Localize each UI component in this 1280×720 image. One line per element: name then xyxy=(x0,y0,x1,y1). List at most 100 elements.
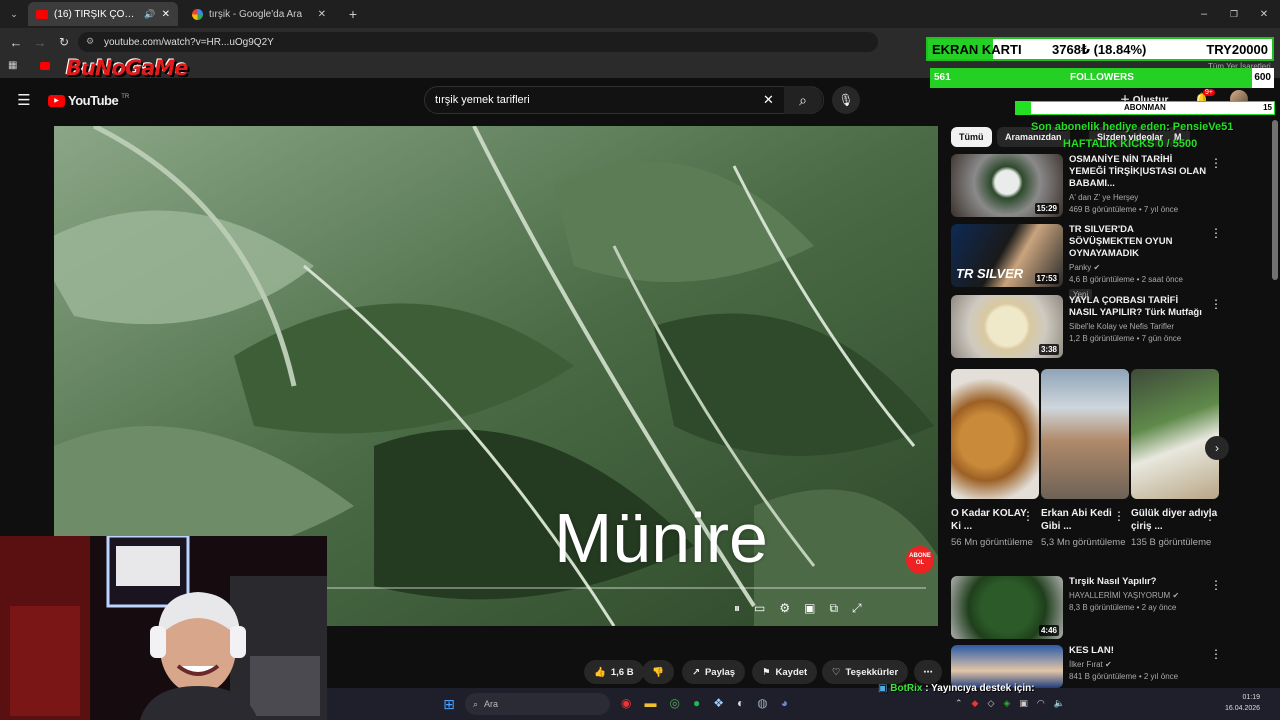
thanks-label: Teşekkürler xyxy=(845,666,899,678)
related-video[interactable]: TR SILVER 17:53 TR SILVER'DA SÖVÜŞMEKTEN… xyxy=(951,224,1271,302)
tray-app-icon[interactable]: ◆ xyxy=(972,698,979,709)
short-thumbnail[interactable] xyxy=(1131,369,1219,499)
more-actions-button[interactable]: ⋯ xyxy=(914,660,942,684)
youtube-logo[interactable]: ▶ YouTube TR xyxy=(48,93,129,108)
search-icon[interactable]: ⌕ xyxy=(784,86,822,114)
channel-name[interactable]: HAYALLERİMİ YAŞIYORUM ✔ xyxy=(1069,591,1209,600)
kebab-menu-icon[interactable]: ⋮ xyxy=(1022,509,1034,523)
search-input[interactable]: tırşik yemek tarifleri ✕ xyxy=(424,86,824,114)
shorts-next-icon[interactable]: › xyxy=(1205,436,1229,460)
video-thumbnail[interactable]: TR SILVER 17:53 xyxy=(951,224,1063,287)
like-count: 1,6 B xyxy=(610,666,634,678)
url-field[interactable]: ⚙ youtube.com/watch?v=HR...uOg9Q2Y xyxy=(78,32,878,52)
channel-name[interactable]: Panky ✔ xyxy=(1069,263,1209,272)
tray-app-icon[interactable]: ▣ xyxy=(1019,698,1028,709)
clock[interactable]: 01:19 16.04.2026 xyxy=(1225,692,1260,714)
tab-close-icon[interactable]: ✕ xyxy=(318,9,326,20)
channel-name[interactable]: A' dan Z' ye Herşey xyxy=(1069,193,1209,202)
steam-icon[interactable]: ◍ xyxy=(757,696,767,710)
wifi-icon[interactable]: ◠ xyxy=(1037,698,1045,709)
voice-search-icon[interactable]: 🎙 xyxy=(832,86,860,114)
bot-badge-icon: ▣ xyxy=(878,683,888,694)
tab-close-icon[interactable]: ✕ xyxy=(162,9,170,20)
clear-search-icon[interactable]: ✕ xyxy=(763,92,774,108)
share-button[interactable]: ↗ Paylaş xyxy=(682,660,746,684)
tab-list-icon[interactable]: ⌄ xyxy=(6,6,22,22)
windows-start-icon[interactable]: ⊞ xyxy=(441,696,457,712)
thumbnail-text: TR SILVER xyxy=(956,266,1024,281)
dislike-button[interactable]: 👎 xyxy=(642,660,674,684)
kebab-menu-icon[interactable]: ⋮ xyxy=(1210,578,1222,592)
related-video[interactable]: 3:38 YAYLA ÇORBASI TARİFİ NASIL YAPILIR?… xyxy=(951,295,1271,358)
kebab-menu-icon[interactable]: ⋮ xyxy=(1210,226,1222,240)
related-video[interactable]: KES LAN! İlker Fırat ✔ 841 B görüntüleme… xyxy=(951,645,1271,688)
video-title[interactable]: YAYLA ÇORBASI TARİFİ NASIL YAPILIR? Türk… xyxy=(1069,295,1209,319)
back-icon[interactable]: ← xyxy=(8,34,24,50)
minimize-icon[interactable]: – xyxy=(1196,6,1212,22)
obs-icon[interactable]: ◐ xyxy=(737,696,744,710)
video-thumbnail[interactable]: 4:46 xyxy=(951,576,1063,639)
settings-icon[interactable]: ⚙ xyxy=(779,601,790,615)
menu-icon[interactable]: ☰ xyxy=(16,92,32,109)
related-video[interactable]: 4:46 Tırşik Nasıl Yapılır? HAYALLERİMİ Y… xyxy=(951,576,1271,639)
save-button[interactable]: ⚑ Kaydet xyxy=(752,660,818,684)
tray-app-icon[interactable]: ◈ xyxy=(1003,698,1010,709)
like-button[interactable]: 👍 1,6 B xyxy=(584,660,644,684)
theater-mode-icon[interactable]: ▣ xyxy=(804,601,815,615)
maximize-icon[interactable]: ❐ xyxy=(1226,6,1242,22)
app-icon[interactable]: ❖ xyxy=(713,696,724,710)
donation-goal-target: TRY20000 xyxy=(1206,42,1268,57)
taskbar-search[interactable]: ⌕ Ara xyxy=(465,693,610,715)
video-title[interactable]: OSMANİYE NİN TARİHİ YEMEĞİ TİRŞİK|USTASI… xyxy=(1069,154,1209,190)
video-title[interactable]: TR SILVER'DA SÖVÜŞMEKTEN OYUN OYNAYAMADI… xyxy=(1069,224,1209,260)
spotify-icon[interactable]: ● xyxy=(693,696,700,710)
taskbar-search-placeholder: Ara xyxy=(484,699,499,709)
windows-taskbar: ⊞ ⌕ Ara ◉ ▬ ◎ ● ❖ ◐ ◍ ◕ ⌃ ◆ ◇ ◈ ▣ ◠ 🔈 01… xyxy=(327,688,1280,720)
site-info-icon[interactable]: ⚙ xyxy=(86,36,94,47)
apps-grid-icon[interactable]: ▦ xyxy=(8,60,17,71)
media-player-icon[interactable]: ◉ xyxy=(621,696,631,710)
youtube-favicon-icon xyxy=(36,9,48,19)
tray-app-icon[interactable]: ◇ xyxy=(987,698,994,709)
video-thumbnail[interactable] xyxy=(951,645,1063,688)
subtitles-icon[interactable]: ▭ xyxy=(754,601,765,615)
new-tab-icon[interactable]: + xyxy=(345,6,361,22)
save-label: Kaydet xyxy=(775,666,808,678)
related-video[interactable]: 15:29 OSMANİYE NİN TARİHİ YEMEĞİ TİRŞİK|… xyxy=(951,154,1271,217)
browser-tab-google[interactable]: tırşik - Google'da Ara ✕ xyxy=(184,2,334,26)
video-title[interactable]: Tırşik Nasıl Yapılır? xyxy=(1069,576,1209,588)
chrome-icon[interactable]: ◎ xyxy=(669,696,679,710)
short-thumbnail[interactable] xyxy=(951,369,1039,499)
page-scrollbar[interactable] xyxy=(1272,120,1278,280)
file-explorer-icon[interactable]: ▬ xyxy=(644,696,656,710)
duration-badge: 15:29 xyxy=(1034,203,1059,214)
video-title[interactable]: KES LAN! xyxy=(1069,645,1209,657)
browser-tab-youtube[interactable]: (16) TİRŞİK ÇORBASI TARİFİ 🔊 ✕ xyxy=(28,2,178,26)
volume-icon[interactable]: 🔈 xyxy=(1054,698,1065,709)
discord-icon[interactable]: ◕ xyxy=(781,696,788,710)
subscribe-watermark[interactable]: ABONE OL xyxy=(906,546,934,574)
chip-all[interactable]: Tümü xyxy=(951,127,992,147)
short-thumbnail[interactable] xyxy=(1041,369,1129,499)
kebab-menu-icon[interactable]: ⋮ xyxy=(1204,509,1216,523)
video-meta: 469 B görüntüleme • 7 yıl önce xyxy=(1069,205,1179,214)
kebab-menu-icon[interactable]: ⋮ xyxy=(1210,156,1222,170)
cast-icon[interactable]: ⧉ xyxy=(829,601,838,616)
reload-icon[interactable]: ↻ xyxy=(56,34,72,50)
close-window-icon[interactable]: ✕ xyxy=(1256,6,1272,22)
video-thumbnail[interactable]: 15:29 xyxy=(951,154,1063,217)
weekly-kicks-text: HAFTALIK KICKS 0 / 5500 xyxy=(1063,138,1198,150)
kebab-menu-icon[interactable]: ⋮ xyxy=(1113,509,1125,523)
tray-chevron-icon[interactable]: ⌃ xyxy=(955,698,963,709)
fullscreen-icon[interactable]: ⤢ xyxy=(852,601,862,616)
youtube-bookmark-icon[interactable] xyxy=(40,62,50,70)
video-thumbnail[interactable]: 3:38 xyxy=(951,295,1063,358)
url-text: youtube.com/watch?v=HR...uOg9Q2Y xyxy=(104,36,274,48)
channel-name[interactable]: İlker Fırat ✔ xyxy=(1069,660,1209,669)
kebab-menu-icon[interactable]: ⋮ xyxy=(1210,647,1222,661)
forward-icon[interactable]: → xyxy=(32,34,48,50)
kebab-menu-icon[interactable]: ⋮ xyxy=(1210,297,1222,311)
channel-name[interactable]: Sibel'le Kolay ve Nefis Tarifler xyxy=(1069,322,1209,331)
thanks-button[interactable]: ♡ Teşekkürler xyxy=(822,660,909,684)
pause-icon[interactable]: ⏸ xyxy=(734,601,740,616)
